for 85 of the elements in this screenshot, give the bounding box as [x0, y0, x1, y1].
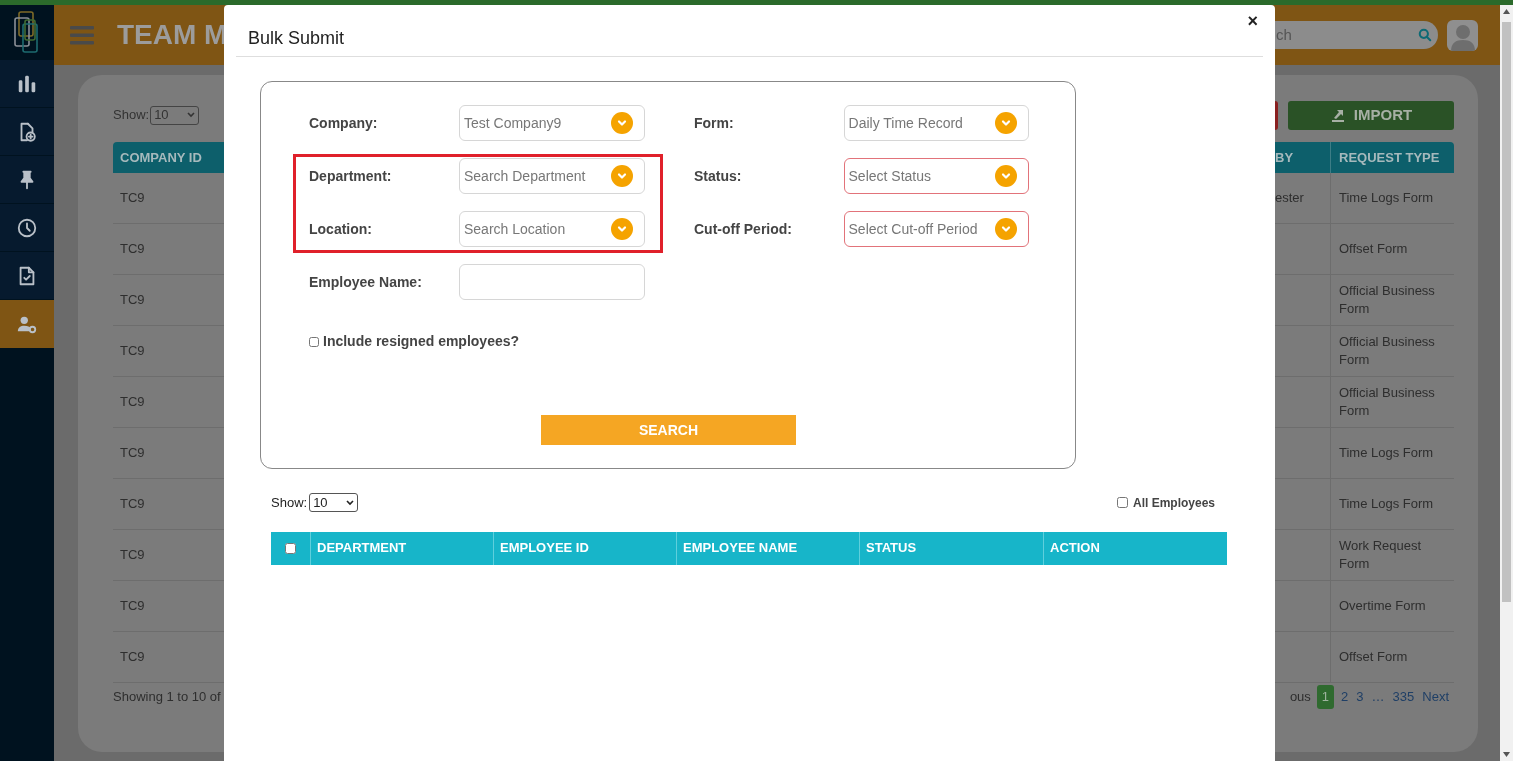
- sidebar-item[interactable]: [0, 156, 54, 204]
- table-cell-text: TC9: [119, 597, 146, 616]
- column-header: EMPLOYEE NAME: [677, 531, 860, 565]
- sidebar-item[interactable]: [0, 252, 54, 300]
- table-cell: Official Business Form: [1330, 326, 1454, 376]
- table-cell: Time Logs Form: [1330, 428, 1454, 478]
- pagination-link[interactable]: Next: [1421, 687, 1450, 707]
- import-icon: [1329, 107, 1346, 123]
- dropdown-field[interactable]: Select Status: [843, 158, 1029, 194]
- column-header: DEPARTMENT: [311, 531, 494, 565]
- column-header: EMPLOYEE ID: [494, 531, 677, 565]
- pagination-link[interactable]: 3: [1355, 687, 1365, 707]
- table-cell: Work Request Form: [1330, 530, 1454, 580]
- field-label: Status:: [694, 166, 743, 186]
- table-cell: Overtime Form: [1330, 581, 1454, 631]
- checkbox-label: All Employees: [1132, 494, 1215, 512]
- checkbox[interactable]: [1116, 497, 1128, 509]
- clock-icon: [16, 216, 38, 239]
- column-header: ACTION: [1049, 539, 1101, 558]
- sidebar-item[interactable]: [0, 204, 54, 252]
- dropdown-chevron-icon: [995, 218, 1017, 240]
- sidebar-item[interactable]: [0, 60, 54, 108]
- user-silhouette-icon: [1449, 22, 1476, 51]
- table-cell: Official Business Form: [1330, 377, 1454, 427]
- logo-icon: [13, 9, 41, 56]
- search-button[interactable]: SEARCH: [541, 415, 796, 445]
- pagination-link[interactable]: 335: [1391, 687, 1416, 707]
- table-cell: Offset Form: [1330, 632, 1454, 682]
- table-cell: Official Business Form: [1330, 275, 1454, 325]
- table-cell-text: TC9: [119, 189, 146, 208]
- page-size-select[interactable]: 10: [309, 493, 359, 513]
- field-label: Department:: [309, 166, 393, 186]
- scroll-down-icon[interactable]: [1503, 752, 1510, 757]
- checkbox[interactable]: [309, 336, 319, 347]
- page-size-select[interactable]: 10: [150, 105, 200, 125]
- field-label: Employee Name:: [309, 272, 423, 292]
- column-header: STATUS: [860, 531, 1044, 565]
- pagination-link[interactable]: 1: [1316, 685, 1335, 709]
- field-label: Form:: [694, 113, 735, 133]
- dropdown-chevron-icon: [611, 165, 633, 187]
- search-icon: [1418, 28, 1432, 42]
- table-cell-text: TC9: [119, 546, 146, 565]
- field-label: Location:: [309, 219, 373, 239]
- table-cell-text: TC9: [119, 648, 146, 667]
- show-label: Show:: [113, 106, 150, 125]
- import-button[interactable]: IMPORT: [1288, 100, 1454, 130]
- close-button[interactable]: ×: [1247, 12, 1258, 30]
- column-header: COMPANY ID: [119, 148, 203, 167]
- table-cell: Time Logs Form: [1330, 479, 1454, 529]
- caret-icon: [346, 499, 355, 506]
- dropdown-chevron-icon: [611, 218, 633, 240]
- dropdown-chevron-icon: [995, 165, 1017, 187]
- column-header: REQUEST TYPE: [1330, 142, 1454, 173]
- table-cell: Offset Form: [1330, 224, 1454, 274]
- table-cell-text: TC9: [119, 291, 146, 310]
- checkbox[interactable]: [285, 542, 296, 554]
- dropdown-field[interactable]: Search Department: [459, 158, 645, 194]
- table-cell-text: TC9: [119, 393, 146, 412]
- pagination-link[interactable]: …: [1370, 687, 1386, 707]
- caret-icon: [187, 112, 196, 118]
- table-cell-text: TC9: [119, 444, 146, 463]
- column-header: BY: [1275, 148, 1295, 167]
- pagination-link[interactable]: ous: [1289, 687, 1311, 707]
- checkbox-label: Include resigned employees?: [323, 332, 520, 351]
- dropdown-field[interactable]: Search Location: [459, 211, 645, 247]
- dropdown-chevron-icon: [995, 112, 1017, 134]
- dropdown-field[interactable]: Select Cut-off Period: [843, 211, 1029, 247]
- input-field[interactable]: [459, 264, 645, 300]
- dropdown-field[interactable]: Test Company9: [459, 105, 645, 141]
- table-cell-text: TC9: [119, 342, 146, 361]
- table-summary: Showing 1 to 10 of: [113, 688, 221, 707]
- table-cell-text: TC9: [119, 240, 146, 259]
- scrollbar-thumb[interactable]: [1502, 22, 1511, 602]
- table-cell-text: TC9: [119, 495, 146, 514]
- dropdown-field[interactable]: Daily Time Record: [843, 105, 1029, 141]
- table-cell-text: ester: [1275, 189, 1305, 208]
- sidebar-item[interactable]: [0, 108, 54, 156]
- pagination-link[interactable]: 2: [1340, 687, 1350, 707]
- modal-title: Bulk Submit: [248, 27, 345, 50]
- field-label: Cut-off Period:: [694, 219, 793, 239]
- table-cell: Time Logs Form: [1330, 173, 1454, 223]
- field-label: Company:: [309, 113, 379, 133]
- scroll-up-icon[interactable]: [1503, 9, 1510, 14]
- show-label: Show:: [271, 494, 308, 512]
- dropdown-chevron-icon: [611, 112, 633, 134]
